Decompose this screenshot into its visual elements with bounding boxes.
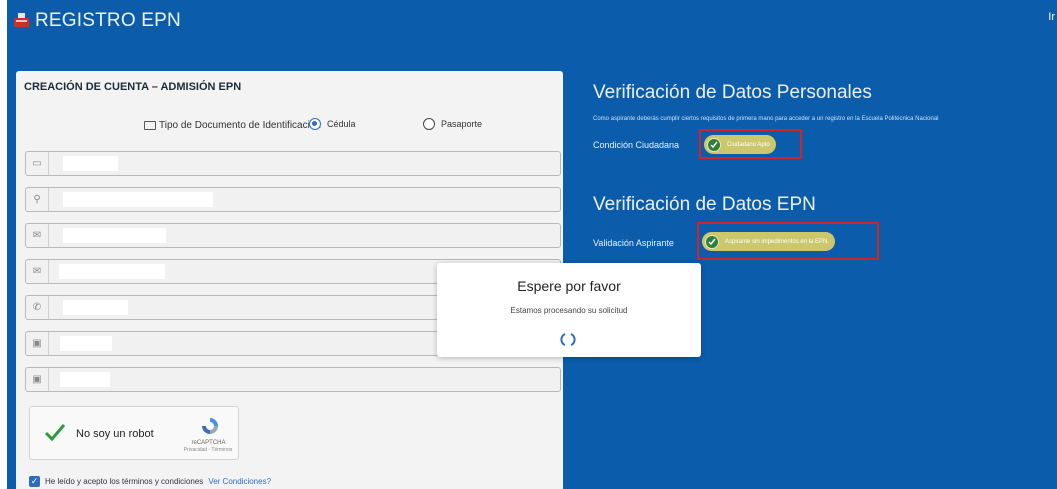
applicant-status-highlight: Aspirante sin impedimentos en la EPN. <box>697 222 879 260</box>
modal-title: Espere por favor <box>517 278 621 294</box>
citizen-status-badge: Ciudadano Apto <box>704 135 776 154</box>
recaptcha-widget[interactable]: No soy un robot reCAPTCHA Privacidad - T… <box>29 406 239 460</box>
date-field-2[interactable]: ▣ <box>25 367 561 392</box>
full-name-value-redacted <box>63 192 213 207</box>
document-type-label: Tipo de Documento de Identificación <box>144 120 321 131</box>
check-circle-icon <box>707 137 721 152</box>
calendar-icon: ▣ <box>26 368 49 391</box>
applicant-status-text: Aspirante sin impedimentos en la EPN. <box>725 238 830 245</box>
recaptcha-links[interactable]: Privacidad - Términos <box>177 447 239 453</box>
email-confirm-value-redacted <box>59 264 165 279</box>
citizen-status-text: Ciudadano Apto <box>727 141 770 148</box>
email-field[interactable]: ✉ <box>25 223 561 248</box>
citizen-condition-label: Condición Ciudadana <box>593 140 680 150</box>
id-number-field[interactable]: ▭ <box>25 151 561 176</box>
loading-modal: Espere por favor Estamos procesando su s… <box>437 263 701 357</box>
check-circle-icon <box>705 234 719 249</box>
radio-selected-icon[interactable] <box>309 118 321 130</box>
terms-link[interactable]: Ver Condiciones? <box>208 477 271 486</box>
loading-spinner-icon <box>560 333 576 346</box>
form-title: CREACIÓN DE CUENTA – ADMISIÓN EPN <box>24 81 242 93</box>
applicant-validation-label: Validación Aspirante <box>593 238 674 248</box>
document-type-row: Tipo de Documento de Identificación Cédu… <box>16 115 563 137</box>
recaptcha-logo-icon <box>202 418 218 434</box>
document-type-text: Tipo de Documento de Identificación <box>159 120 321 131</box>
epn-logo-icon <box>14 13 29 27</box>
personal-data-title: Verificación de Datos Personales <box>593 82 872 103</box>
citizen-status-highlight: Ciudadano Apto <box>699 129 802 159</box>
calendar-icon: ▣ <box>26 332 49 355</box>
email-icon: ✉ <box>26 260 49 283</box>
phone-value-redacted <box>63 300 128 315</box>
epn-data-title: Verificación de Datos EPN <box>593 194 816 215</box>
radio-pasaporte[interactable]: Pasaporte <box>423 118 482 130</box>
radio-unselected-icon[interactable] <box>423 118 435 130</box>
terms-row: ✓ He leído y acepto los términos y condi… <box>29 476 271 487</box>
recaptcha-label: No soy un robot <box>76 428 154 440</box>
phone-icon: ✆ <box>26 296 49 319</box>
email-icon: ✉ <box>26 224 49 247</box>
id-number-value-redacted <box>63 156 118 171</box>
verification-pane: Verificación de Datos Personales Como as… <box>585 0 1057 489</box>
date-value-redacted <box>60 336 112 351</box>
terms-text: He leído y acepto los términos y condici… <box>45 477 204 486</box>
applicant-status-badge: Aspirante sin impedimentos en la EPN. <box>702 232 836 251</box>
recaptcha-brand: reCAPTCHA <box>191 440 226 446</box>
date-value-redacted <box>60 372 110 387</box>
checkmark-icon[interactable] <box>44 421 66 443</box>
page-title: REGISTRO EPN <box>35 10 181 31</box>
app-window: REGISTRO EPN Ir CREACIÓN DE CUENTA – ADM… <box>7 0 1057 489</box>
radio-pasaporte-label: Pasaporte <box>441 119 483 129</box>
terms-checkbox-checked-icon[interactable]: ✓ <box>29 476 40 487</box>
id-card-icon: ▭ <box>26 152 49 175</box>
modal-message: Estamos procesando su solicitud <box>510 306 628 315</box>
radio-cedula[interactable]: Cédula <box>309 118 356 130</box>
personal-data-subtitle: Como aspirante deberás cumplir ciertos r… <box>593 116 939 122</box>
full-name-field[interactable]: ⚲ <box>25 187 561 212</box>
radio-cedula-label: Cédula <box>327 119 356 129</box>
id-card-icon <box>144 121 156 130</box>
user-icon: ⚲ <box>26 188 49 211</box>
email-value-redacted <box>63 228 166 243</box>
